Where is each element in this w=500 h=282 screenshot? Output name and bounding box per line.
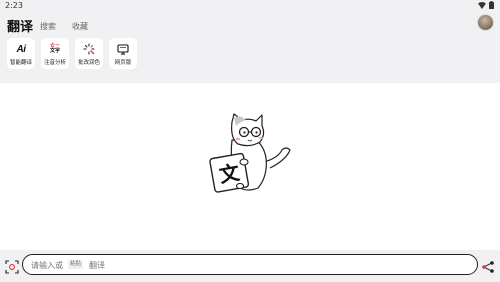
status-bar: 2:23 [0,0,500,12]
input-placeholder-suffix: 翻译 [89,261,105,270]
input-placeholder-prefix: 请输入或 [31,261,63,270]
scan-icon [5,260,19,274]
tool-label: 批改润色 [77,60,100,66]
page-title: 翻译 [7,20,34,35]
tool-label: 注音分析 [43,60,66,66]
monitor-icon [109,42,137,56]
battery-icon [489,1,494,9]
cat-mascot-illustration: 文 [204,112,300,196]
tool-label: 网页版 [114,60,132,66]
tab-favorites[interactable]: 收藏 [72,21,88,32]
paste-button[interactable]: 粘贴 [68,260,84,269]
translate-input[interactable]: 请输入或 粘贴 翻译 [22,254,478,275]
tool-web-version[interactable]: 网页版 [109,38,137,69]
bottom-bar: 请输入或 粘贴 翻译 [0,250,500,282]
header: 翻译 搜索 收藏 [0,14,500,36]
wifi-icon [478,1,486,9]
status-icons [478,1,494,9]
avatar[interactable] [477,14,494,31]
tool-smart-translate[interactable]: Ai 智能翻译 [7,38,35,69]
tool-phonetic-analysis[interactable]: ㄊㄧ 文字 注音分析 [41,38,69,69]
status-time: 2:23 [5,1,23,10]
sparkle-brush-icon [75,42,103,56]
tab-search[interactable]: 搜索 [40,21,56,32]
ai-translate-icon: Ai [16,43,27,55]
tool-row: Ai 智能翻译 ㄊㄧ 文字 注音分析 批改润色 网页版 [7,38,137,69]
tool-label: 智能翻译 [9,60,32,66]
phonetic-doc-icon: ㄊㄧ 文字 [49,43,60,54]
camera-scan-button[interactable] [5,259,19,274]
share-icon [482,261,494,273]
tool-polish[interactable]: 批改润色 [75,38,103,69]
share-button[interactable] [481,259,495,273]
